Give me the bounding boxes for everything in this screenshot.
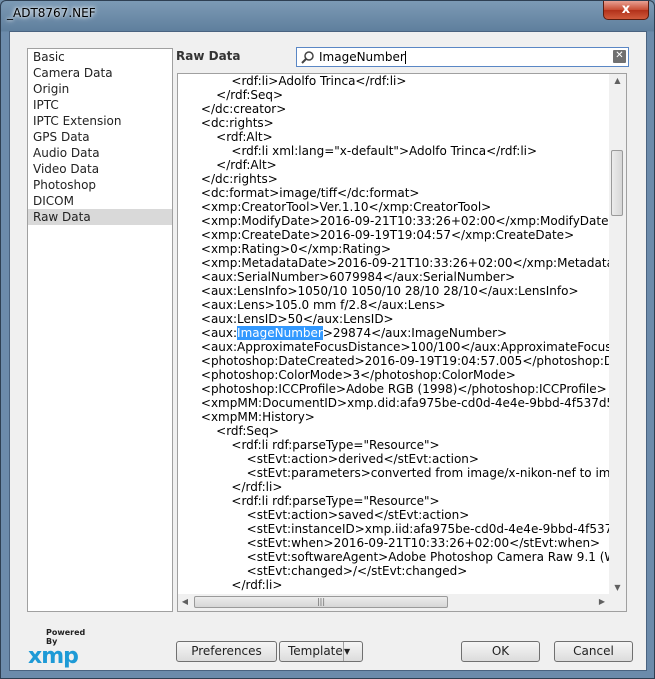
xml-line: <photoshop:ICCProfile>Adobe RGB (1998)</… [178,382,607,396]
xml-line: <rdf:li rdf:parseType="Resource"> [178,438,440,452]
xml-line: <photoshop:ColorMode>3</photoshop:ColorM… [178,368,516,382]
sidebar-item-raw-data[interactable]: Raw Data [28,209,172,225]
xml-line: <stEvt:softwareAgent>Adobe Photoshop Cam… [178,550,609,564]
xml-line: <rdf:li>Adolfo Trinca</rdf:li> [178,74,407,88]
xml-line: <xmpMM:History> [178,410,315,424]
cancel-button[interactable]: Cancel [554,641,633,662]
title-bar[interactable]: _ADT8767.NEF x [1,1,654,31]
sidebar-item-origin[interactable]: Origin [28,81,172,97]
template-label: Template [288,644,343,658]
xml-line: <aux:ImageNumber>29874</aux:ImageNumber> [178,326,508,340]
sidebar-item-camera-data[interactable]: Camera Data [28,65,172,81]
sidebar-item-iptc[interactable]: IPTC [28,97,172,113]
xml-line: <xmp:CreateDate>2016-09-19T19:04:57</xmp… [178,228,575,242]
xml-line: <aux:ApproximateFocusDistance>100/100</a… [200,340,609,354]
xml-line: <xmpMM:DocumentID>xmp.did:afa975be-cd0d-… [178,396,609,410]
xml-line: <stEvt:action>saved</stEvt:action> [178,508,470,522]
xml-line: <photoshop:DateCreated>2016-09-19T19:04:… [200,354,609,368]
chevron-down-icon[interactable]: ▼ [343,642,362,661]
ok-button[interactable]: OK [461,641,540,662]
sidebar-item-photoshop[interactable]: Photoshop [28,177,172,193]
scroll-down-icon[interactable]: ▼ [609,583,626,592]
xml-line: </rdf:Alt> [178,158,277,172]
panel-title: Raw Data [176,49,241,63]
xml-line: <rdf:li xml:lang="x-default">Adolfo Trin… [178,144,538,158]
xml-line: </rdf:Seq> [178,88,284,102]
preferences-button[interactable]: Preferences [176,641,277,662]
xml-line: <dc:format>image/tiff</dc:format> [178,186,420,200]
search-match-highlight: ImageNumber [237,326,323,340]
xmp-logo: Powered By xmp [28,628,98,668]
xml-line: <xmp:MetadataDate>2016-09-21T10:33:26+02… [178,256,609,270]
dialog-window: _ADT8767.NEF x Basic Camera Data Origin IPT… [0,0,655,679]
xml-line: <stEvt:when>2016-09-21T10:33:26+02:00</s… [178,536,601,550]
scroll-up-icon[interactable]: ▲ [609,76,626,85]
sidebar-item-gps-data[interactable]: GPS Data [28,129,172,145]
template-button[interactable]: Template ▼ [279,641,363,662]
logo-xmp: xmp [28,644,79,669]
xml-line: <xmp:CreatorTool>Ver.1.10</xmp:CreatorTo… [178,200,492,214]
scroll-right-icon[interactable]: ▶ [595,597,609,606]
xml-line: <aux:LensID>50</aux:LensID> [178,312,394,326]
xml-line: <rdf:Alt> [178,130,273,144]
xml-line: </dc:rights> [178,172,278,186]
xml-line: <rdf:li rdf:parseType="Resource"> [178,494,440,508]
window-title: _ADT8767.NEF [7,6,96,20]
xml-line: <stEvt:parameters>converted from image/x… [178,466,609,480]
search-field[interactable]: ImageNumber ✕ [296,47,629,67]
close-icon: x [621,2,631,17]
xml-line: <rdf:Seq> [178,424,280,438]
close-button[interactable]: x [603,1,649,20]
dialog-client: Basic Camera Data Origin IPTC IPTC Extension… [9,31,647,671]
scroll-left-icon[interactable]: ◀ [178,597,192,606]
sidebar-item-iptc-extension[interactable]: IPTC Extension [28,113,172,129]
xml-line: <aux:LensInfo>1050/10 1050/10 28/10 28/1… [178,284,579,298]
search-input[interactable]: ImageNumber [319,50,406,65]
xml-line: <xmp:Rating>0</xmp:Rating> [178,242,392,256]
sidebar-item-video-data[interactable]: Video Data [28,161,172,177]
xml-line: </rdf:li> [178,480,283,494]
raw-data-viewer[interactable]: <rdf:li>Adolfo Trinca</rdf:li> </rdf:Seq… [177,73,627,612]
sidebar-item-dicom[interactable]: DICOM [28,193,172,209]
xml-line: <aux:SerialNumber>6079984</aux:SerialNum… [178,270,516,284]
horizontal-scroll-thumb[interactable]: ||| [194,596,448,608]
xml-line: <stEvt:action>derived</stEvt:action> [178,452,479,466]
category-list[interactable]: Basic Camera Data Origin IPTC IPTC Extension… [27,48,173,612]
clear-icon[interactable]: ✕ [613,50,626,63]
horizontal-scrollbar[interactable]: ◀ ||| ▶ [178,594,609,611]
xml-line: <dc:rights> [178,116,274,130]
xml-line: </dc:creator> [178,102,287,116]
sidebar-item-basic[interactable]: Basic [28,49,172,65]
vertical-scroll-thumb[interactable] [611,150,623,216]
sidebar-item-audio-data[interactable]: Audio Data [28,145,172,161]
search-icon [301,51,314,64]
xml-text[interactable]: <rdf:li>Adolfo Trinca</rdf:li> </rdf:Seq… [178,74,609,594]
xml-line: <stEvt:changed>/</stEvt:changed> [178,564,468,578]
xml-line: </rdf:li> [178,578,283,592]
xml-line: <xmp:ModifyDate>2016-09-21T10:33:26+02:0… [178,214,609,228]
xml-line: <stEvt:instanceID>xmp.iid:afa975be-cd0d-… [178,522,609,536]
scroll-corner [609,594,626,611]
xml-line: <aux:Lens>105.0 mm f/2.8</aux:Lens> [178,298,446,312]
vertical-scrollbar[interactable]: ▲ ▼ [609,74,626,594]
